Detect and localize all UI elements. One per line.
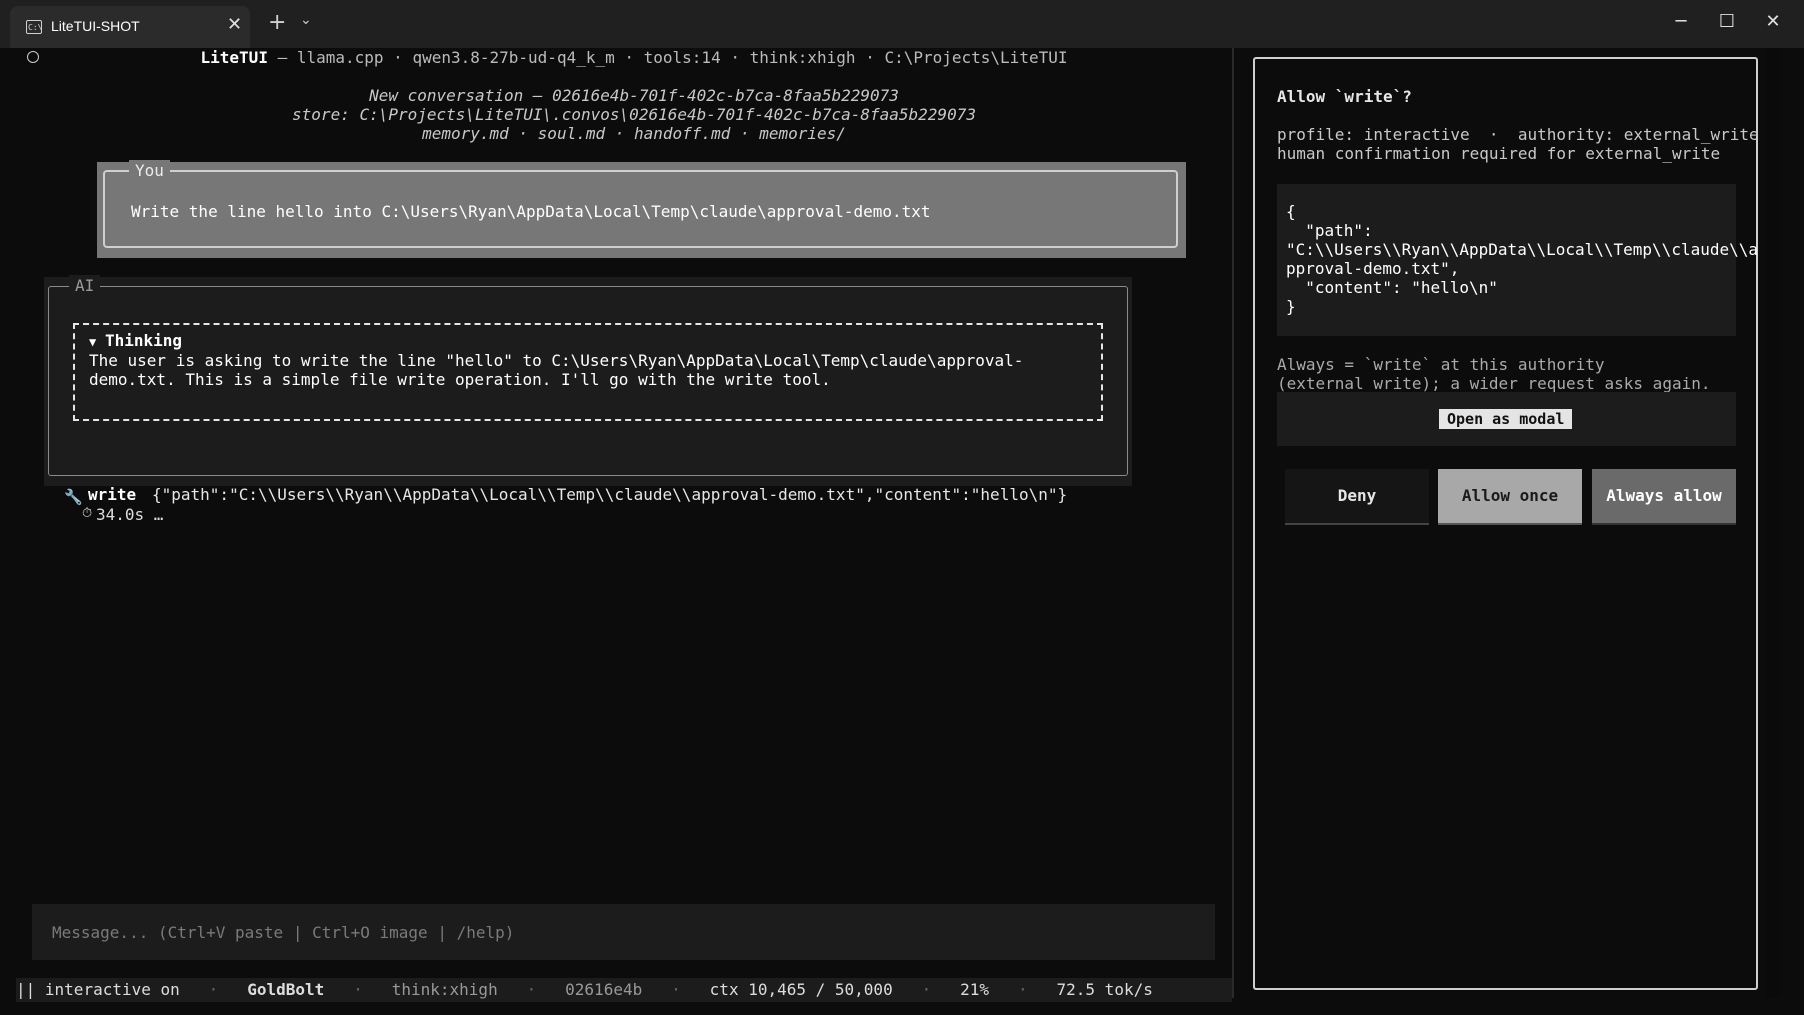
status-separator: · bbox=[921, 980, 932, 999]
tab-close-icon[interactable]: ✕ bbox=[227, 14, 242, 35]
chevron-down-icon[interactable]: ⌄ bbox=[300, 12, 312, 28]
status-think: think:xhigh bbox=[391, 980, 498, 999]
new-tab-button[interactable]: + bbox=[268, 10, 286, 35]
status-separator: · bbox=[208, 980, 219, 999]
user-message-frame: You Write the line hello into C:\Users\R… bbox=[103, 160, 1178, 248]
approval-panel: Allow `write`? profile: interactive · au… bbox=[1253, 57, 1759, 990]
user-label: You bbox=[129, 160, 170, 182]
status-model: GoldBolt bbox=[247, 980, 325, 999]
approval-args-box: { "path": "C:\\Users\\Ryan\\AppData\\Loc… bbox=[1277, 184, 1759, 336]
collapse-arrow-icon[interactable]: ▼ bbox=[89, 335, 96, 349]
status-separator: · bbox=[353, 980, 363, 999]
ai-message-block: AI ▼ Thinking The user is asking to writ… bbox=[44, 275, 1132, 486]
approval-title: Allow `write`? bbox=[1277, 87, 1412, 106]
status-bar: || interactive on · GoldBolt · think:xhi… bbox=[16, 978, 1232, 1002]
status-mode: interactive on bbox=[44, 980, 180, 999]
wrench-icon: 🔧 bbox=[64, 488, 83, 506]
title-bar: C:\ LiteTUI-SHOT ✕ + ⌄ ─ ☐ ✕ bbox=[0, 0, 1804, 48]
always-allow-note: Always = `write` at this authority (exte… bbox=[1277, 355, 1711, 393]
modal-row: Open as modal bbox=[1277, 392, 1736, 446]
status-separator: · bbox=[526, 980, 537, 999]
tool-elapsed-time: 34.0s … bbox=[96, 505, 164, 524]
thinking-toggle[interactable]: Thinking bbox=[105, 331, 182, 350]
status-separator: · bbox=[1017, 980, 1028, 999]
allow-once-button[interactable]: Allow once bbox=[1438, 469, 1582, 525]
status-session: 02616e4b bbox=[565, 980, 643, 999]
open-as-modal-button[interactable]: Open as modal bbox=[1439, 409, 1573, 429]
maximize-button[interactable]: ☐ bbox=[1704, 8, 1750, 38]
thinking-section: ▼ Thinking The user is asking to write t… bbox=[73, 323, 1103, 421]
approval-args-json: { "path": "C:\\Users\\Ryan\\AppData\\Loc… bbox=[1286, 202, 1759, 316]
stopwatch-icon: ⏱ bbox=[82, 506, 93, 521]
tool-arguments: {"path":"C:\\Users\\Ryan\\AppData\\Local… bbox=[152, 485, 1068, 504]
deny-button[interactable]: Deny bbox=[1285, 469, 1429, 525]
conversation-files: memory.md · soul.md · handoff.md · memor… bbox=[422, 124, 846, 143]
scrollbar[interactable] bbox=[1766, 48, 1780, 998]
status-separator: · bbox=[671, 980, 681, 999]
status-context: ctx 10,465 / 50,000 bbox=[709, 980, 893, 999]
thinking-text: The user is asking to write the line "he… bbox=[89, 351, 1024, 389]
user-message-text: Write the line hello into C:\Users\Ryan\… bbox=[131, 202, 931, 221]
ai-message-frame: AI ▼ Thinking The user is asking to writ… bbox=[48, 275, 1128, 476]
approval-profile: profile: interactive · authority: extern… bbox=[1277, 125, 1759, 163]
header-details: — llama.cpp · qwen3.8-27b-ud-q4_k_m · to… bbox=[267, 48, 1068, 67]
pane-divider bbox=[1232, 48, 1234, 998]
terminal-tab[interactable]: C:\ LiteTUI-SHOT ✕ bbox=[10, 6, 250, 48]
message-input[interactable] bbox=[32, 904, 1215, 960]
status-context-percent: 21% bbox=[960, 980, 990, 999]
session-header: LiteTUI — llama.cpp · qwen3.8-27b-ud-q4_… bbox=[0, 48, 1268, 68]
pause-indicator: || bbox=[16, 980, 36, 999]
app-name: LiteTUI bbox=[200, 48, 268, 67]
conversation-store-path: store: C:\Projects\LiteTUI\.convos\02616… bbox=[292, 105, 976, 124]
conversation-title: New conversation — 02616e4b-701f-402c-b7… bbox=[369, 86, 899, 105]
tool-name: write bbox=[88, 485, 137, 504]
ai-label: AI bbox=[69, 275, 101, 297]
always-allow-button[interactable]: Always allow bbox=[1592, 469, 1736, 525]
user-message-block: You Write the line hello into C:\Users\R… bbox=[97, 160, 1186, 258]
tab-title: LiteTUI-SHOT bbox=[51, 18, 140, 34]
minimize-button[interactable]: ─ bbox=[1658, 8, 1704, 38]
window-close-button[interactable]: ✕ bbox=[1750, 8, 1796, 38]
status-speed: 72.5 tok/s bbox=[1056, 980, 1153, 999]
terminal-icon: C:\ bbox=[26, 20, 42, 34]
